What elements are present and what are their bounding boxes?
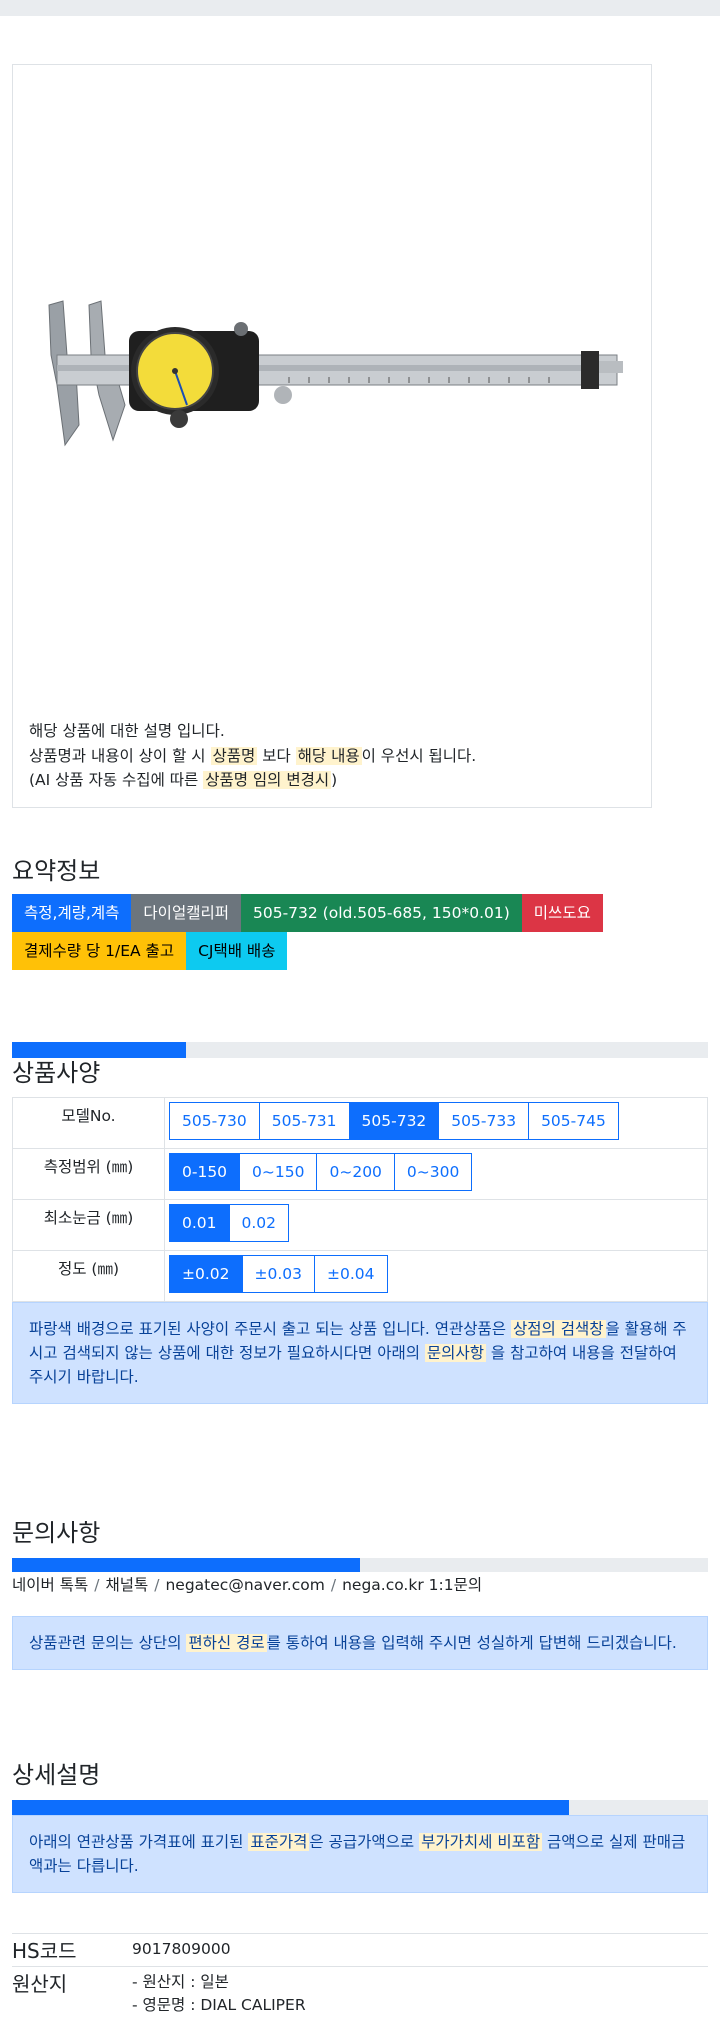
inquiry-progress	[12, 1558, 708, 1572]
option-505-730[interactable]: 505-730	[169, 1102, 260, 1140]
channel-talk-link[interactable]: 채널톡	[105, 1576, 148, 1594]
detail-title: 상세설명	[12, 1761, 101, 1789]
summary-badges-row1: 측정,계량,계측 다이얼캘리퍼 505-732 (old.505-685, 15…	[12, 894, 603, 932]
product-image-card: 해당 상품에 대한 설명 입니다. 상품명과 내용이 상이 할 시 상품명 보다…	[12, 64, 652, 808]
option-range-0-300[interactable]: 0~300	[393, 1153, 473, 1191]
resolution-options: 0.01 0.02	[169, 1204, 290, 1242]
dial-caliper-image	[48, 300, 623, 447]
option-accuracy-0-04[interactable]: ±0.04	[314, 1255, 388, 1293]
image-note-line2: 상품명과 내용이 상이 할 시 상품명 보다 해당 내용 이 우선시 됩니다.	[29, 746, 477, 765]
hs-code-value: 9017809000	[132, 1933, 708, 1967]
inquiry-title: 문의사항	[12, 1519, 101, 1547]
badge-brand: 미쓰도요	[521, 894, 603, 932]
origin-english-name: - 영문명 : DIAL CALIPER	[132, 1996, 306, 2014]
spec-label: 측정범위 (㎜)	[12, 1148, 165, 1200]
badge-type: 다이얼캘리퍼	[131, 894, 241, 932]
summary-badges-row2: 결제수량 당 1/EA 출고 CJ택배 배송	[12, 932, 288, 970]
inquiry-progress-fill	[12, 1558, 360, 1572]
spec-label: 모델No.	[12, 1097, 165, 1149]
option-505-732[interactable]: 505-732	[348, 1102, 440, 1140]
specs-title: 상품사양	[12, 1059, 101, 1087]
origin-row: 원산지 - 원산지 : 일본 - 영문명 : DIAL CALIPER	[12, 1966, 708, 2017]
email-link[interactable]: negatec@naver.com	[165, 1576, 324, 1594]
model-options: 505-730 505-731 505-732 505-733 505-745	[169, 1102, 619, 1140]
specs-progress	[12, 1042, 708, 1058]
info-table: HS코드 9017809000 원산지 - 원산지 : 일본 - 영문명 : D…	[12, 1933, 708, 2017]
option-accuracy-0-02[interactable]: ±0.02	[169, 1255, 243, 1293]
option-505-745[interactable]: 505-745	[528, 1102, 619, 1140]
option-range-0-150-alt[interactable]: 0~150	[239, 1153, 318, 1191]
origin-label: 원산지	[12, 1966, 132, 2017]
spec-row-accuracy: 정도 (㎜) ±0.02 ±0.03 ±0.04	[12, 1250, 708, 1302]
range-options: 0-150 0~150 0~200 0~300	[169, 1153, 473, 1191]
detail-notice: 아래의 연관상품 가격표에 표기된 표준가격 은 공급가액으로 부가가치세 비포함…	[12, 1815, 708, 1893]
image-note: 해당 상품에 대한 설명 입니다. 상품명과 내용이 상이 할 시 상품명 보다…	[29, 719, 629, 793]
option-resolution-0-01[interactable]: 0.01	[169, 1204, 230, 1242]
badge-model: 505-732 (old.505-685, 150*0.01)	[240, 894, 522, 932]
contact-links: 네이버 톡톡 / 채널톡 / negatec@naver.com / nega.co.kr …	[12, 1576, 483, 1594]
option-505-731[interactable]: 505-731	[258, 1102, 350, 1140]
spec-row-range: 측정범위 (㎜) 0-150 0~150 0~200 0~300	[12, 1148, 708, 1200]
option-resolution-0-02[interactable]: 0.02	[228, 1204, 290, 1242]
naver-talktalk-link[interactable]: 네이버 톡톡	[12, 1576, 88, 1594]
badge-shipping-qty: 결제수량 당 1/EA 출고	[12, 932, 187, 970]
inquiry-notice: 상품관련 문의는 상단의 편하신 경로 를 통하여 내용을 입력해 주시면 성실하…	[12, 1616, 708, 1670]
image-note-line1: 해당 상품에 대한 설명 입니다.	[29, 722, 225, 740]
badge-category: 측정,계량,계측	[12, 894, 132, 932]
image-note-line3: (AI 상품 자동 수집에 따른 상품명 임의 변경시)	[29, 771, 338, 789]
specs-progress-fill	[12, 1042, 186, 1058]
hs-code-row: HS코드 9017809000	[12, 1933, 708, 1967]
spec-table: 모델No. 505-730 505-731 505-732 505-733 50…	[12, 1097, 708, 1302]
spec-row-model: 모델No. 505-730 505-731 505-732 505-733 50…	[12, 1097, 708, 1149]
spec-label: 정도 (㎜)	[12, 1250, 165, 1302]
top-bar	[0, 0, 720, 16]
option-accuracy-0-03[interactable]: ±0.03	[241, 1255, 315, 1293]
option-range-0-150[interactable]: 0-150	[169, 1153, 241, 1191]
hs-code-label: HS코드	[12, 1933, 132, 1967]
option-range-0-200[interactable]: 0~200	[316, 1153, 395, 1191]
option-505-733[interactable]: 505-733	[438, 1102, 530, 1140]
specs-notice: 파랑색 배경으로 표기된 사양이 주문시 출고 되는 상품 입니다. 연관상품은…	[12, 1302, 708, 1404]
spec-row-resolution: 최소눈금 (㎜) 0.01 0.02	[12, 1199, 708, 1251]
origin-country: - 원산지 : 일본	[132, 1973, 229, 1991]
detail-progress-fill	[12, 1800, 569, 1816]
detail-progress	[12, 1800, 708, 1816]
spec-label: 최소눈금 (㎜)	[12, 1199, 165, 1251]
badge-delivery: CJ택배 배송	[186, 932, 288, 970]
summary-title: 요약정보	[12, 857, 101, 885]
site-inquiry-link[interactable]: nega.co.kr 1:1문의	[342, 1576, 482, 1594]
accuracy-options: ±0.02 ±0.03 ±0.04	[169, 1255, 388, 1293]
